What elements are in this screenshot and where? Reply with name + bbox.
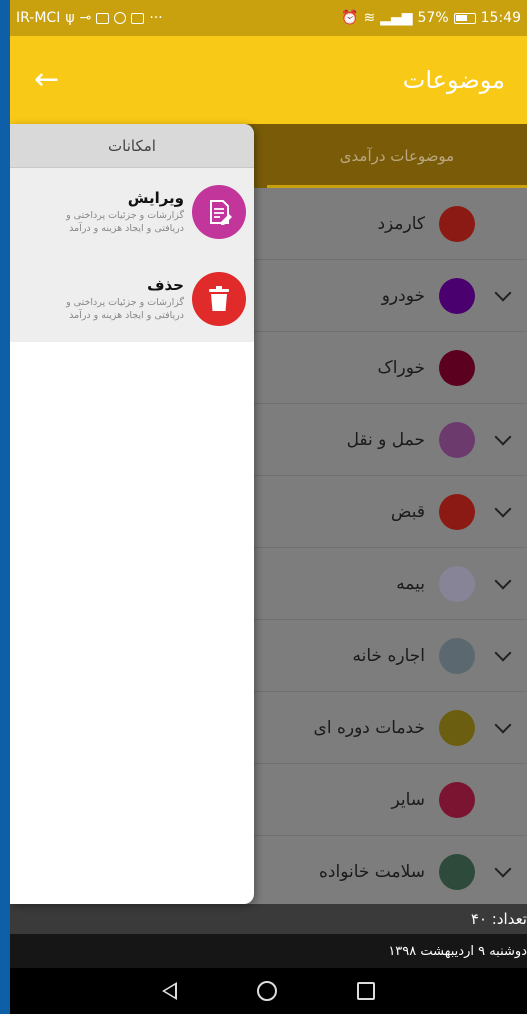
- nav-recents-icon[interactable]: [357, 982, 375, 1000]
- date-bar: دوشنبه ۹ اردیبهشت ۱۳۹۸: [10, 934, 527, 968]
- clock: 15:49: [480, 10, 521, 26]
- chevron-down-icon[interactable]: [494, 284, 512, 301]
- options-popup: امکانات ویرایش گزارشات و جزئیات پرداختی …: [10, 124, 254, 904]
- chevron-down-icon[interactable]: [494, 644, 512, 661]
- arrow-left-icon[interactable]: ←: [34, 65, 59, 95]
- status-right: ⏰ ≋ ▂▄▆ 57% 15:49: [341, 10, 521, 26]
- delete-option-desc-line2: دریافتی و ایجاد هزینه و درآمد: [69, 309, 184, 321]
- usb-icon: ψ: [65, 10, 75, 26]
- chevron-down-icon[interactable]: [494, 572, 512, 589]
- list-item-label: کارمزد: [377, 213, 425, 234]
- delete-option[interactable]: حذف گزارشات و جزئیات پرداختی و دریافتی و…: [10, 255, 254, 342]
- list-item-label: سایر: [391, 789, 425, 810]
- color-dot: [439, 853, 475, 890]
- app-bar: ← موضوعات: [10, 36, 527, 124]
- edit-document-icon[interactable]: [192, 184, 246, 239]
- trash-icon[interactable]: [192, 271, 246, 326]
- date-label: دوشنبه ۹ اردیبهشت ۱۳۹۸: [388, 943, 527, 959]
- key-icon: ⊸: [79, 10, 92, 26]
- edit-option-desc-line2: دریافتی و ایجاد هزینه و درآمد: [69, 222, 184, 234]
- edit-option-title: ویرایش: [127, 188, 184, 207]
- color-dot: [439, 709, 475, 746]
- delete-option-title: حذف: [147, 275, 184, 294]
- mail-icon: [96, 12, 110, 24]
- popup-options: ویرایش گزارشات و جزئیات پرداختی و دریافت…: [10, 168, 254, 342]
- list-item-label: اجاره خانه: [352, 645, 425, 666]
- page-title: موضوعات: [402, 66, 505, 94]
- color-dot: [439, 493, 475, 530]
- list-item-label: سلامت خانواده: [319, 861, 425, 882]
- chevron-down-icon[interactable]: [494, 500, 512, 517]
- list-item-label: قبض: [390, 501, 425, 522]
- nav-home-icon[interactable]: [257, 981, 277, 1001]
- wifi-icon: ≋: [363, 10, 376, 26]
- chevron-down-icon[interactable]: [494, 428, 512, 445]
- color-dot: [439, 565, 475, 602]
- screen: IR-MCI ψ ⊸ ··· ⏰ ≋ ▂▄▆ 57% 15:49 ← موضوع…: [10, 0, 527, 1014]
- delete-option-desc-line1: گزارشات و جزئیات پرداختی و: [66, 296, 184, 308]
- color-dot: [439, 421, 475, 458]
- carrier-label: IR-MCI: [16, 10, 61, 26]
- list-item-label: بیمه: [396, 573, 425, 594]
- color-dot: [439, 205, 475, 242]
- list-item-label: خودرو: [381, 285, 425, 306]
- list-item-label: خدمات دوره ای: [313, 717, 425, 738]
- chevron-down-icon[interactable]: [494, 860, 512, 877]
- edit-option[interactable]: ویرایش گزارشات و جزئیات پرداختی و دریافت…: [10, 168, 254, 255]
- nav-back-icon[interactable]: [162, 982, 177, 1000]
- color-dot: [439, 781, 475, 818]
- status-bar: IR-MCI ψ ⊸ ··· ⏰ ≋ ▂▄▆ 57% 15:49: [10, 0, 527, 36]
- nav-bar: [10, 968, 527, 1014]
- color-dot: [439, 277, 475, 314]
- device-frame: IR-MCI ψ ⊸ ··· ⏰ ≋ ▂▄▆ 57% 15:49 ← موضوع…: [0, 0, 527, 1014]
- list-item-label: حمل و نقل: [346, 429, 425, 450]
- edit-option-texts: ویرایش گزارشات و جزئیات پرداختی و دریافت…: [14, 189, 184, 235]
- more-notifications-icon: ···: [149, 10, 163, 26]
- battery-percent: 57%: [417, 10, 449, 26]
- tab-income-categories[interactable]: موضوعات درآمدی: [267, 124, 527, 188]
- signal-icon: ▂▄▆: [380, 10, 413, 26]
- delete-option-texts: حذف گزارشات و جزئیات پرداختی و دریافتی و…: [14, 276, 184, 322]
- list-item-label: خوراک: [377, 357, 425, 378]
- status-left: IR-MCI ψ ⊸ ···: [16, 10, 163, 26]
- count-label: تعداد: ۴۰: [470, 910, 527, 928]
- count-bar: تعداد: ۴۰: [10, 904, 527, 934]
- color-dot: [439, 349, 475, 386]
- edit-option-desc-line1: گزارشات و جزئیات پرداختی و: [66, 209, 184, 221]
- chevron-down-icon[interactable]: [494, 716, 512, 733]
- battery-icon: [453, 12, 476, 24]
- color-dot: [439, 637, 475, 674]
- gallery-icon: [131, 12, 145, 24]
- alarm-icon: ⏰: [341, 10, 359, 26]
- popup-title: امکانات: [10, 124, 254, 168]
- telegram-icon: [114, 12, 127, 24]
